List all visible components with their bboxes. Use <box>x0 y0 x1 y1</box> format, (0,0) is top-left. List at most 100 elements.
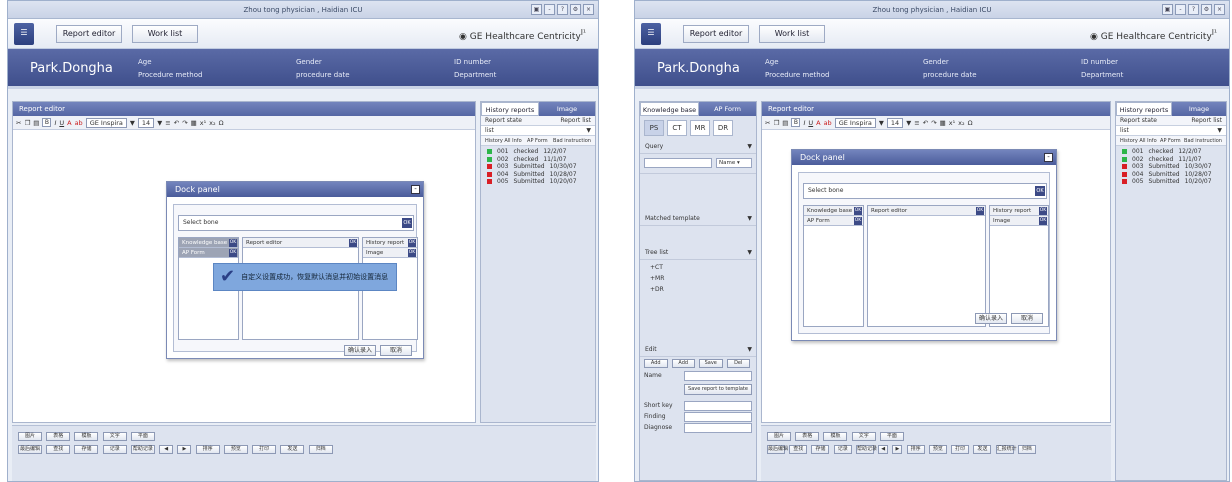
list-item[interactable]: 001 checked 12/2/07 <box>487 148 589 156</box>
list-select[interactable]: list <box>485 126 494 135</box>
align-icon[interactable]: ≡ <box>914 119 919 127</box>
prev-arrow-icon[interactable]: ◀ <box>878 445 889 454</box>
add-button[interactable]: Add <box>644 359 668 368</box>
settings-icon[interactable]: ⚙ <box>570 4 581 15</box>
settings-icon[interactable]: ⚙ <box>1201 4 1212 15</box>
app-menu-icon[interactable]: ☰ <box>14 23 34 45</box>
modality-mr[interactable]: MR <box>690 120 710 136</box>
send-button[interactable]: 发送 <box>973 445 992 454</box>
confirm-button[interactable]: 确认录入 <box>975 313 1007 324</box>
cut-icon[interactable]: ✂ <box>16 119 21 127</box>
italic-icon[interactable]: I <box>54 119 56 127</box>
report-stats-button[interactable]: 汇报统计 <box>995 445 1017 454</box>
copy-icon[interactable]: ❐ <box>24 119 30 127</box>
redo-icon[interactable]: ↷ <box>182 119 187 127</box>
finding-input[interactable] <box>684 412 752 422</box>
list-item[interactable]: 004 Submitted 10/28/07 <box>1122 171 1220 179</box>
send-button[interactable]: 发送 <box>280 445 305 454</box>
align-icon[interactable]: ≡ <box>165 119 170 127</box>
help-record-button[interactable]: 帮助记录 <box>130 445 155 454</box>
select-bone-field[interactable]: Select bone OK <box>178 215 414 231</box>
cancel-button[interactable]: 取消 <box>1011 313 1043 324</box>
paste-icon[interactable]: ▤ <box>33 119 39 127</box>
ok-button[interactable]: OK <box>229 239 237 247</box>
close-icon[interactable]: × <box>1214 4 1225 15</box>
undo-icon[interactable]: ↶ <box>923 119 928 127</box>
underline-icon[interactable]: U <box>59 119 64 127</box>
store-button[interactable]: 存储 <box>811 445 830 454</box>
tree-item-dr[interactable]: +DR <box>650 284 746 295</box>
text-button[interactable]: 文字 <box>102 432 127 441</box>
store-button[interactable]: 存储 <box>74 445 99 454</box>
find-button[interactable]: 查找 <box>46 445 71 454</box>
list-item[interactable]: 005 Submitted 10/20/07 <box>487 178 589 186</box>
ok-button[interactable]: OK <box>1039 207 1047 215</box>
bold-icon[interactable]: B <box>791 118 801 127</box>
collapse-icon[interactable]: ▼ <box>747 346 752 353</box>
print-button[interactable]: 打印 <box>252 445 277 454</box>
minimize-icon[interactable]: - <box>1175 4 1186 15</box>
minimize-icon[interactable]: - <box>411 185 420 194</box>
work-list-button[interactable]: Work list <box>132 25 198 43</box>
table-button[interactable]: 表格 <box>46 432 71 441</box>
table-button[interactable]: 表格 <box>795 432 820 441</box>
restore-icon[interactable]: ▣ <box>531 4 542 15</box>
tab-history-reports[interactable]: History reports <box>1116 102 1172 116</box>
help-icon[interactable]: ? <box>1188 4 1199 15</box>
query-input[interactable] <box>644 158 712 168</box>
font-size-select[interactable]: 14 <box>137 117 155 128</box>
ok-button[interactable]: OK <box>1039 217 1047 225</box>
highlight-icon[interactable]: ab <box>824 119 832 127</box>
next-arrow-icon[interactable]: ▶ <box>177 445 192 454</box>
record-button[interactable]: 记录 <box>833 445 852 454</box>
font-select[interactable]: GE Inspira <box>834 117 876 128</box>
close-icon[interactable]: × <box>583 4 594 15</box>
archive-button[interactable]: 归档 <box>308 445 333 454</box>
list-item[interactable]: 002 checked 11/1/07 <box>487 156 589 164</box>
undo-icon[interactable]: ↶ <box>174 119 179 127</box>
list-item[interactable]: 003 Submitted 10/30/07 <box>1122 163 1220 171</box>
font-color-icon[interactable]: A <box>816 119 820 127</box>
list-item[interactable]: 005 Submitted 10/20/07 <box>1122 178 1220 186</box>
tab-ap-form[interactable]: AP Form <box>527 136 548 145</box>
template-button[interactable]: 模板 <box>74 432 99 441</box>
archive-button[interactable]: 归档 <box>1017 445 1036 454</box>
confirm-button[interactable]: 确认录入 <box>344 345 376 356</box>
select-bone-field[interactable]: Select bone OK <box>803 183 1047 199</box>
tab-knowledge-base[interactable]: Knowledge base <box>640 102 699 116</box>
minimize-icon[interactable]: - <box>1044 153 1053 162</box>
template-button[interactable]: 模板 <box>823 432 848 441</box>
superscript-icon[interactable]: x¹ <box>200 119 206 127</box>
save-button[interactable]: Save <box>699 359 723 368</box>
ok-button[interactable]: OK <box>1035 186 1045 196</box>
list-item[interactable]: 004 Submitted 10/28/07 <box>487 171 589 179</box>
short-key-input[interactable] <box>684 401 752 411</box>
ok-button[interactable]: OK <box>349 239 357 247</box>
tab-ap-form[interactable]: AP Form <box>1160 136 1181 145</box>
plane-button[interactable]: 平面 <box>130 432 155 441</box>
list-item[interactable]: 003 Submitted 10/30/07 <box>487 163 589 171</box>
name-select[interactable]: Name ▾ <box>716 158 752 168</box>
sort-button[interactable]: 排序 <box>195 445 220 454</box>
text-button[interactable]: 文字 <box>851 432 876 441</box>
tab-ap-form[interactable]: AP Form <box>699 102 756 116</box>
font-select[interactable]: GE Inspira <box>85 117 127 128</box>
bold-icon[interactable]: B <box>42 118 52 127</box>
work-list-button[interactable]: Work list <box>759 25 825 43</box>
font-color-icon[interactable]: A <box>67 119 71 127</box>
collapse-icon[interactable]: ▼ <box>747 143 752 150</box>
tree-item-ct[interactable]: +CT <box>650 262 746 273</box>
ok-button[interactable]: OK <box>976 207 984 215</box>
symbol-icon[interactable]: Ω <box>968 119 973 127</box>
size-dropdown-icon[interactable]: ▼ <box>157 119 162 127</box>
dropdown-icon[interactable]: ▼ <box>1217 126 1222 135</box>
italic-icon[interactable]: I <box>803 119 805 127</box>
modality-ct[interactable]: CT <box>667 120 687 136</box>
restore-icon[interactable]: ▣ <box>1162 4 1173 15</box>
collapse-icon[interactable]: ▼ <box>747 215 752 222</box>
redo-icon[interactable]: ↷ <box>931 119 936 127</box>
copy-icon[interactable]: ❐ <box>773 119 779 127</box>
help-record-button[interactable]: 帮助记录 <box>855 445 877 454</box>
size-dropdown-icon[interactable]: ▼ <box>906 119 911 127</box>
list-item[interactable]: 002 checked 11/1/07 <box>1122 156 1220 164</box>
